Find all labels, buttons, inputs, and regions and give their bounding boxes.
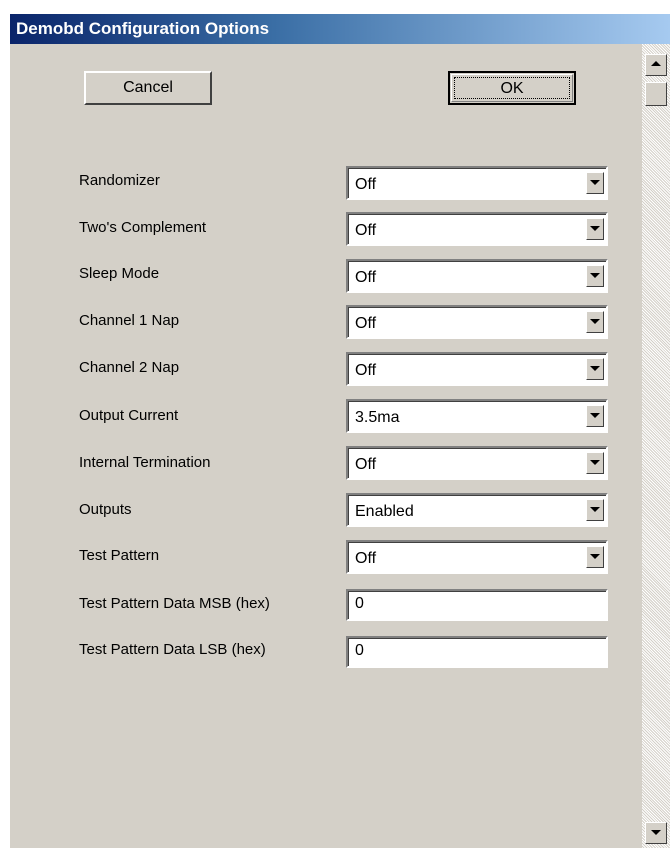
internal-termination-value: Off	[355, 456, 377, 473]
test-pattern-lsb-input[interactable]: 0	[346, 636, 608, 668]
randomizer-label: Randomizer	[79, 172, 160, 189]
chevron-down-icon[interactable]	[586, 358, 604, 380]
output-current-value: 3.5ma	[355, 409, 400, 426]
chevron-down-icon[interactable]	[586, 218, 604, 240]
vertical-scrollbar[interactable]	[642, 44, 670, 848]
outputs-label: Outputs	[79, 501, 132, 518]
chevron-down-icon[interactable]	[586, 546, 604, 568]
randomizer-dropdown[interactable]: Off	[346, 166, 608, 200]
sleep-mode-label: Sleep Mode	[79, 265, 160, 282]
config-dialog: Demobd Configuration Options Cancel OK R…	[10, 14, 670, 848]
outputs-dropdown[interactable]: Enabled	[346, 493, 608, 527]
chevron-down-icon[interactable]	[586, 311, 604, 333]
channel-2-nap-value: Off	[355, 362, 377, 379]
chevron-down-icon[interactable]	[586, 265, 604, 287]
scrollbar-thumb[interactable]	[645, 82, 667, 106]
sleep-mode-dropdown[interactable]: Off	[346, 259, 608, 293]
channel-2-nap-dropdown[interactable]: Off	[346, 352, 608, 386]
output-current-label: Output Current	[79, 407, 179, 424]
test-pattern-lsb-label: Test Pattern Data LSB (hex)	[79, 641, 266, 658]
test-pattern-value: Off	[355, 550, 377, 567]
chevron-down-icon[interactable]	[586, 499, 604, 521]
arrow-down-icon[interactable]	[645, 822, 667, 844]
ok-button[interactable]: OK	[448, 71, 576, 105]
test-pattern-msb-label: Test Pattern Data MSB (hex)	[79, 595, 270, 612]
window-title: Demobd Configuration Options	[10, 14, 670, 44]
outputs-value: Enabled	[355, 503, 414, 520]
channel-2-nap-label: Channel 2 Nap	[79, 359, 180, 376]
cancel-button[interactable]: Cancel	[84, 71, 212, 105]
twos-complement-dropdown[interactable]: Off	[346, 212, 608, 246]
chevron-down-icon[interactable]	[586, 172, 604, 194]
twos-complement-label: Two's Complement	[79, 219, 207, 236]
randomizer-value: Off	[355, 176, 377, 193]
test-pattern-dropdown[interactable]: Off	[346, 540, 608, 574]
chevron-down-icon[interactable]	[586, 405, 604, 427]
internal-termination-label: Internal Termination	[79, 454, 211, 471]
internal-termination-dropdown[interactable]: Off	[346, 446, 608, 480]
ok-button-label: OK	[454, 77, 570, 99]
channel-1-nap-dropdown[interactable]: Off	[346, 305, 608, 339]
output-current-dropdown[interactable]: 3.5ma	[346, 399, 608, 433]
twos-complement-value: Off	[355, 222, 377, 239]
test-pattern-label: Test Pattern	[79, 547, 160, 564]
channel-1-nap-label: Channel 1 Nap	[79, 312, 180, 329]
arrow-up-icon[interactable]	[645, 54, 667, 76]
channel-1-nap-value: Off	[355, 315, 377, 332]
test-pattern-msb-input[interactable]: 0	[346, 589, 608, 621]
sleep-mode-value: Off	[355, 269, 377, 286]
chevron-down-icon[interactable]	[586, 452, 604, 474]
